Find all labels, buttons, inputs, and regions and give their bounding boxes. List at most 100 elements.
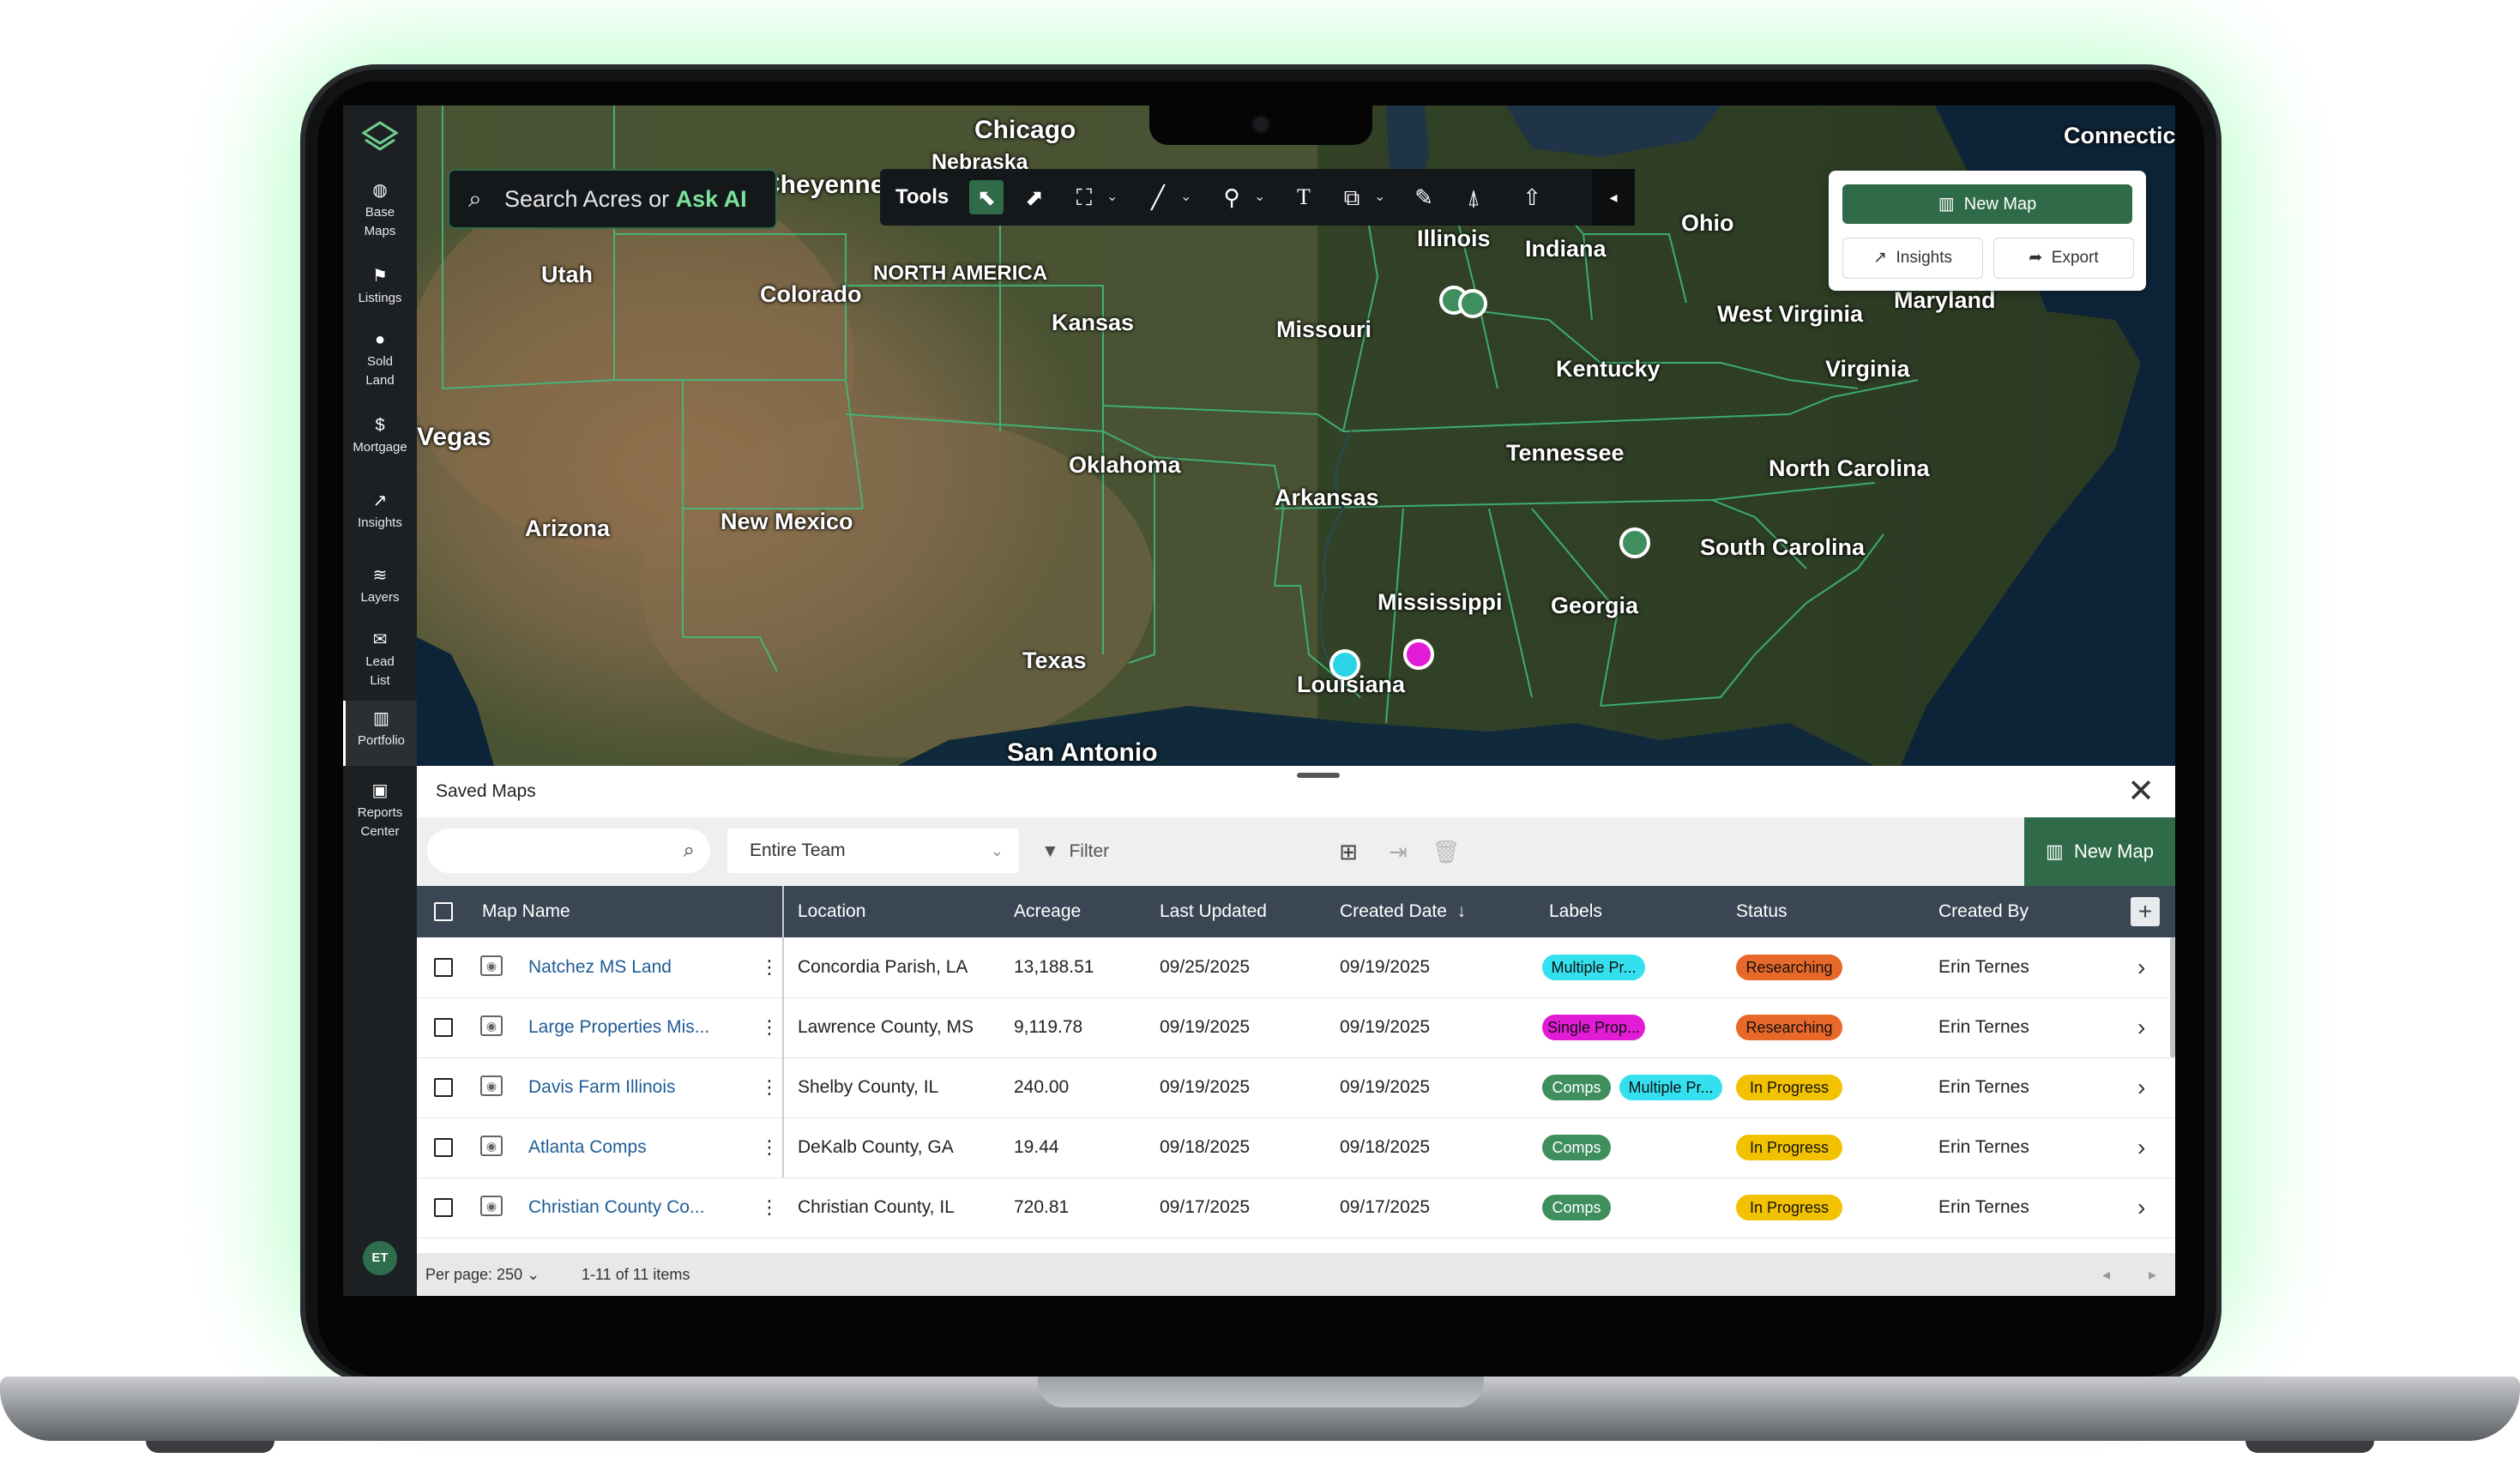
new-map-button[interactable]: ▥ New Map [1842,184,2132,224]
upload-tool-icon[interactable]: ⇧ [1515,180,1549,214]
location-cell: Christian County, IL [798,1197,955,1217]
add-point-tool-icon[interactable]: ⬈ [1017,180,1052,214]
column-status[interactable]: Status [1736,886,1788,937]
select-all-checkbox[interactable] [434,902,453,921]
filter-button[interactable]: ▼ Filter [1041,817,1109,886]
new-map-button[interactable]: ▥ New Map [2024,817,2175,886]
column-location[interactable]: Location [798,886,865,937]
chevron-down-icon[interactable]: ⌄ [1374,180,1385,214]
column-created-by[interactable]: Created By [1938,886,2029,937]
row-menu-icon[interactable]: ⋮ [760,1118,779,1178]
status-badge[interactable]: Researching [1736,1015,1842,1040]
avatar[interactable]: ET [363,1241,397,1275]
acres-logo-icon[interactable] [359,117,401,160]
column-map-name[interactable]: Map Name [482,886,570,937]
table-row[interactable]: ◉ Christian County Co... ⋮ Christian County… [417,1178,2175,1238]
row-menu-icon[interactable]: ⋮ [760,937,779,997]
chevron-down-icon[interactable]: ⌄ [1180,180,1191,214]
sidebar-item-base-maps[interactable]: ◍ Base Maps [343,181,417,241]
move-to-folder-icon[interactable]: ⇥ [1381,834,1415,869]
row-menu-icon[interactable]: ⋮ [760,997,779,1057]
prev-page-icon[interactable]: ◂ [2102,1253,2110,1296]
row-menu-icon[interactable]: ⋮ [760,1178,779,1238]
table-row[interactable]: ◉ Natchez MS Land ⋮ Concordia Parish, LA 13,… [417,937,2175,998]
text-tool-icon[interactable]: T [1287,180,1321,214]
shape-tool-icon[interactable]: ⧉ [1335,180,1369,214]
sidebar-item-layers[interactable]: ≋ Layers [343,566,417,607]
chevron-right-icon[interactable]: › [2137,937,2145,997]
next-page-icon[interactable]: ▸ [2149,1253,2156,1296]
per-page-select[interactable]: Per page: 250 ⌄ [425,1253,540,1296]
map-name-link[interactable]: Natchez MS Land [528,937,672,997]
search-input[interactable]: ⌕ [427,828,710,873]
trash-icon[interactable]: 🗑 [1429,834,1463,869]
pin-tool-icon[interactable]: ⚲ [1215,180,1249,214]
sidebar-item-listings[interactable]: ⚑ Listings [343,267,417,308]
add-folder-icon[interactable]: ⊞ [1331,834,1366,869]
label-tag[interactable]: Multiple Pr... [1542,955,1645,980]
chevron-right-icon[interactable]: › [2137,997,2145,1057]
map-marker[interactable] [1619,527,1650,558]
sidebar-item-mortgage[interactable]: $ Mortgage [343,416,417,457]
sidebar-item-portfolio[interactable]: ▥ Portfolio [343,701,417,766]
map-name-link[interactable]: Large Properties Mis... [528,997,709,1057]
column-acreage[interactable]: Acreage [1014,886,1081,937]
row-checkbox[interactable] [434,1198,453,1217]
sidebar-item-sold-land[interactable]: ● Sold Land [343,330,417,390]
eye-icon[interactable]: ◉ [480,1136,503,1156]
insights-button[interactable]: ↗ Insights [1842,238,1983,279]
map-marker[interactable] [1329,649,1360,680]
panel-resize-handle[interactable] [1297,773,1340,778]
chevron-right-icon[interactable]: › [2137,1118,2145,1178]
map-marker[interactable] [1403,639,1434,670]
column-last-updated[interactable]: Last Updated [1160,886,1267,937]
select-tool-icon[interactable]: ⬉ [969,180,1004,214]
sidebar-item-reports-center[interactable]: ▣ Reports Center [343,781,417,841]
row-checkbox[interactable] [434,1078,453,1097]
close-icon[interactable]: ✕ [2127,773,2155,810]
eye-icon[interactable]: ◉ [480,955,503,976]
status-badge[interactable]: Researching [1736,955,1842,980]
table-row[interactable]: ◉ Davis Farm Illinois ⋮ Shelby County, IL 24… [417,1057,2175,1118]
sidebar-item-insights[interactable]: ↗ Insights [343,491,417,533]
chevron-right-icon[interactable]: › [2137,1057,2145,1118]
survey-tool-icon[interactable]: ⍋ [1456,180,1491,214]
collapse-toolbar-icon[interactable]: ◂ [1592,169,1635,226]
team-select[interactable]: Entire Team ⌄ [727,828,1019,873]
map-marker[interactable] [1458,289,1487,318]
status-badge[interactable]: In Progress [1736,1195,1842,1220]
chevron-right-icon[interactable]: › [2137,1178,2145,1238]
row-checkbox[interactable] [434,1018,453,1037]
polygon-tool-icon[interactable]: ⛶ [1067,180,1101,214]
eye-icon[interactable]: ◉ [480,1196,503,1216]
map-name-link[interactable]: Davis Farm Illinois [528,1057,676,1118]
status-badge[interactable]: In Progress [1736,1075,1842,1100]
status-badge[interactable]: In Progress [1736,1135,1842,1160]
line-tool-icon[interactable]: ╱ [1141,180,1175,214]
eye-icon[interactable]: ◉ [480,1015,503,1036]
table-scrollbar[interactable] [2170,937,2175,1057]
label-tag[interactable]: Comps [1542,1075,1611,1100]
table-row[interactable]: ◉ Atlanta Comps ⋮ DeKalb County, GA 19.44 09/… [417,1118,2175,1178]
label-tag[interactable]: Multiple Pr... [1619,1075,1722,1100]
map-view[interactable]: Chicago Connecticut Nebraska Cheyenne Ut… [417,105,2175,766]
label-tag[interactable]: Single Prop... [1542,1015,1645,1040]
label-tag[interactable]: Comps [1542,1195,1611,1220]
eye-icon[interactable]: ◉ [480,1075,503,1096]
label-tag[interactable]: Comps [1542,1135,1611,1160]
map-name-link[interactable]: Christian County Co... [528,1178,704,1238]
row-menu-icon[interactable]: ⋮ [760,1057,779,1118]
ruler-tool-icon[interactable]: ✎ [1407,180,1441,214]
column-labels[interactable]: Labels [1549,886,1602,937]
sidebar-item-lead-list[interactable]: ✉ Lead List [343,630,417,690]
export-button[interactable]: ➦ Export [1993,238,2134,279]
row-checkbox[interactable] [434,958,453,977]
chevron-down-icon[interactable]: ⌄ [1106,180,1118,214]
add-column-icon[interactable]: + [2131,897,2160,926]
column-created-date[interactable]: Created Date ↓ [1340,886,1466,937]
table-row[interactable]: ◉ Large Properties Mis... ⋮ Lawrence County… [417,997,2175,1058]
map-name-link[interactable]: Atlanta Comps [528,1118,647,1178]
search-ai-box[interactable]: ⌕ Search Acres or Ask AI [448,169,777,229]
row-checkbox[interactable] [434,1138,453,1157]
chevron-down-icon[interactable]: ⌄ [1254,180,1265,214]
